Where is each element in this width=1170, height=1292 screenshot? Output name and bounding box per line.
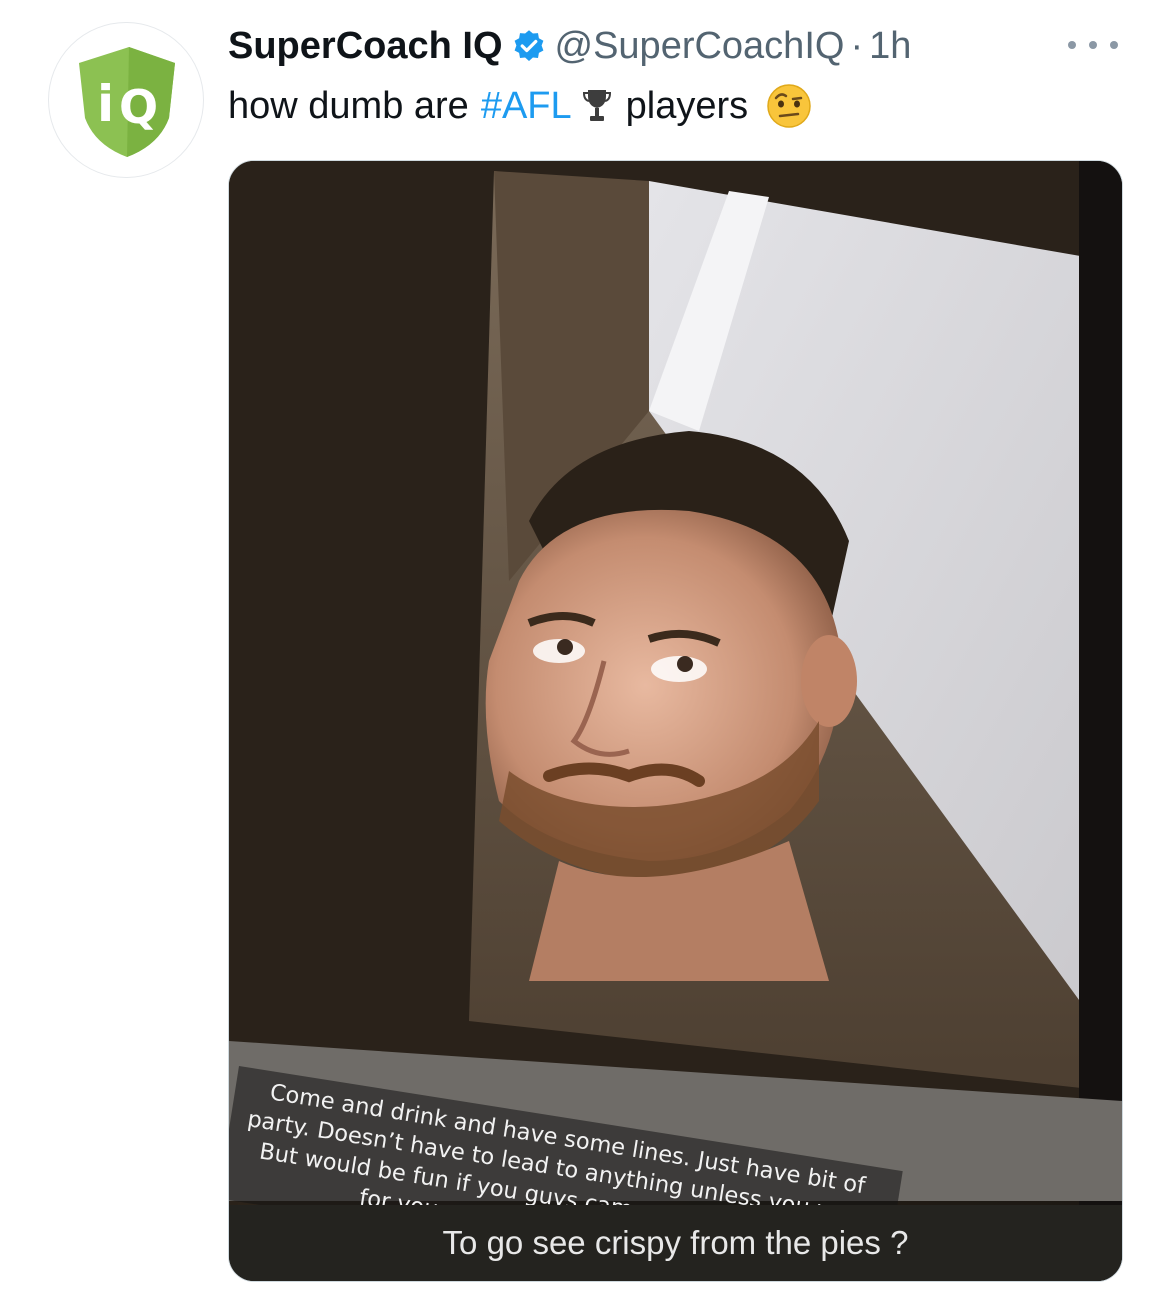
svg-text:i: i [97, 75, 114, 133]
trophy-emoji [582, 86, 612, 126]
display-name[interactable]: SuperCoach IQ [228, 25, 503, 68]
svg-text:Q: Q [119, 80, 158, 134]
user-handle[interactable]: @SuperCoachIQ [555, 25, 845, 68]
separator-dot: · [850, 24, 864, 67]
tweet-text-end: players [625, 85, 749, 127]
hashtag-link[interactable]: #AFL [481, 80, 572, 132]
tweet-text-start: how dumb are [228, 85, 469, 127]
raised-eyebrow-emoji [766, 83, 812, 129]
supercoach-iq-logo: i Q [79, 47, 175, 157]
screenshot-bottom-caption: To go see crispy from the pies ? [229, 1205, 1122, 1281]
tweet-image[interactable]: Come and drink and have some lines. Just… [228, 160, 1123, 1282]
tweet-header: SuperCoach IQ @SuperCoachIQ · 1h [228, 18, 911, 74]
timestamp[interactable]: 1h [869, 25, 911, 68]
profile-avatar[interactable]: i Q [48, 22, 204, 178]
verified-badge-icon [511, 28, 547, 64]
tweet-text: how dumb are #AFL players [228, 80, 812, 132]
more-options-icon[interactable] [1068, 30, 1118, 60]
